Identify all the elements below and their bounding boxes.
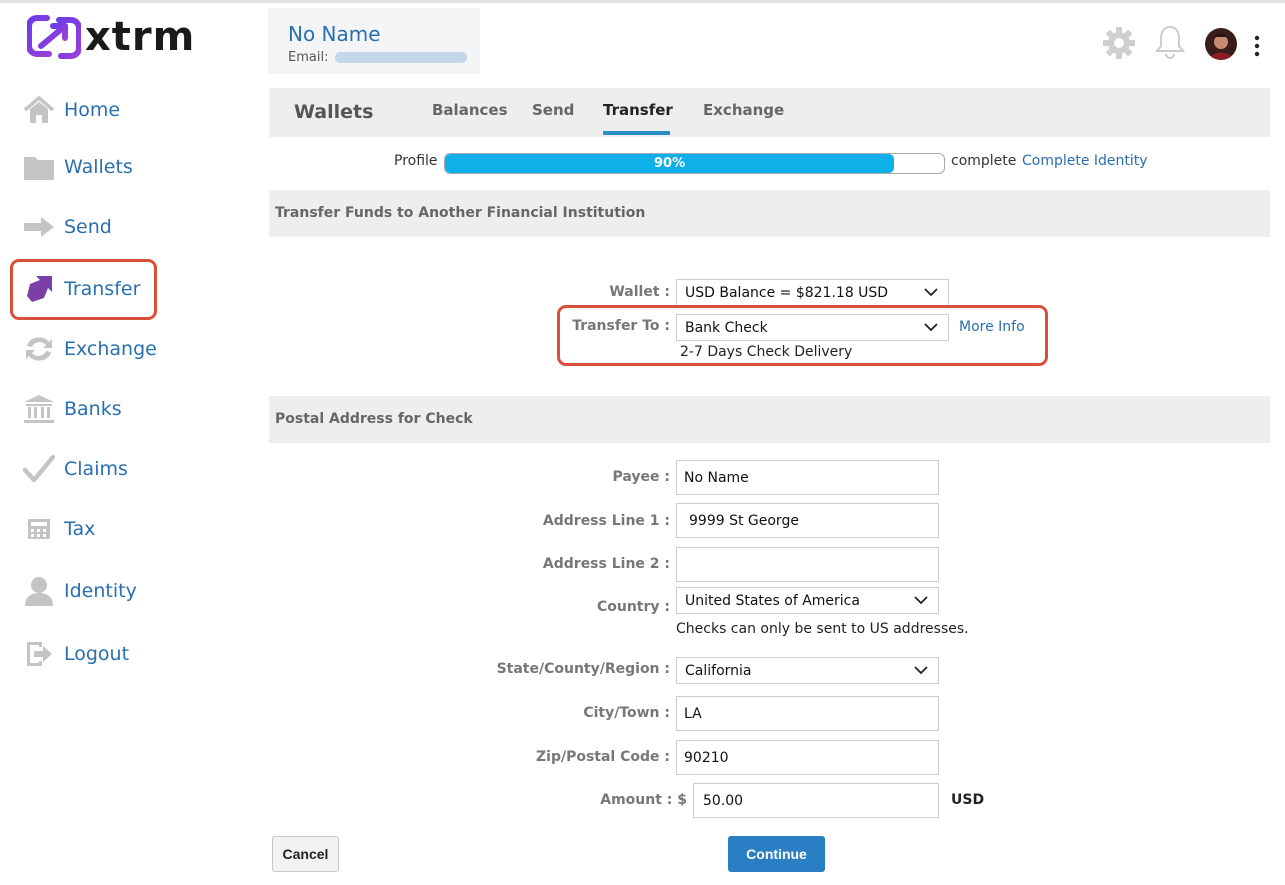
arrow-right-icon xyxy=(22,210,56,244)
sidebar-item-label: Logout xyxy=(64,643,130,665)
user-email-label: Email: xyxy=(288,50,329,65)
sidebar-item-label: Wallets xyxy=(64,156,133,178)
sidebar-item-send[interactable]: Send xyxy=(12,198,157,256)
payee-field[interactable]: No Name xyxy=(676,460,939,495)
zip-field[interactable]: 90210 xyxy=(676,740,939,775)
tab-transfer[interactable]: Transfer xyxy=(603,101,673,119)
tab-exchange[interactable]: Exchange xyxy=(703,101,784,119)
country-select[interactable]: United States of America xyxy=(676,587,939,614)
profile-complete-text: complete xyxy=(951,153,1017,169)
address1-value: 9999 St George xyxy=(689,512,799,529)
city-label: City/Town : xyxy=(583,705,670,721)
city-value: LA xyxy=(684,705,702,722)
country-select-value: United States of America xyxy=(685,592,860,609)
wallet-label: Wallet : xyxy=(609,284,670,300)
tab-send[interactable]: Send xyxy=(532,101,574,119)
wallet-tabbar: Wallets Balances Send Transfer Exchange xyxy=(269,88,1270,137)
city-field[interactable]: LA xyxy=(676,696,939,731)
address2-field[interactable] xyxy=(676,547,939,582)
state-label: State/County/Region : xyxy=(496,661,670,677)
transfer-section-title: Transfer Funds to Another Financial Inst… xyxy=(275,205,646,221)
sidebar-item-label: Exchange xyxy=(64,338,157,360)
tabbar-title: Wallets xyxy=(294,101,374,123)
chevron-down-icon xyxy=(914,666,928,675)
country-note: Checks can only be sent to US addresses. xyxy=(676,621,969,637)
postal-section-header: Postal Address for Check xyxy=(269,396,1270,443)
transfer-section-header: Transfer Funds to Another Financial Inst… xyxy=(269,190,1270,237)
sidebar-item-wallets[interactable]: Wallets xyxy=(12,138,157,196)
sidebar-item-label: Banks xyxy=(64,398,122,420)
exchange-icon xyxy=(22,332,56,366)
user-name: No Name xyxy=(288,22,381,46)
country-label: Country : xyxy=(596,599,670,615)
chevron-down-icon xyxy=(914,596,928,605)
tab-balances[interactable]: Balances xyxy=(432,101,508,119)
top-border xyxy=(0,0,1285,3)
sidebar-item-label: Send xyxy=(64,216,112,238)
sidebar-item-label: Tax xyxy=(64,518,96,540)
state-select-value: California xyxy=(685,662,752,679)
folder-icon xyxy=(22,150,56,184)
address1-field[interactable]: 9999 St George xyxy=(676,503,939,538)
xtrm-logo-icon xyxy=(27,15,81,59)
payee-label: Payee : xyxy=(612,469,671,485)
sidebar-item-exchange[interactable]: Exchange xyxy=(12,320,157,378)
bell-icon[interactable] xyxy=(1155,24,1185,60)
amount-currency: USD xyxy=(951,792,985,808)
transfer-highlight-annotation xyxy=(10,259,157,320)
gear-icon[interactable] xyxy=(1102,26,1136,60)
sidebar-item-label: Claims xyxy=(64,458,128,480)
zip-value: 90210 xyxy=(684,749,729,766)
wallet-select-value: USD Balance = $821.18 USD xyxy=(685,284,889,301)
address2-label: Address Line 2 : xyxy=(542,556,670,572)
amount-value: 50.00 xyxy=(703,792,744,809)
amount-field[interactable]: 50.00 xyxy=(693,783,939,818)
person-icon xyxy=(22,574,56,608)
amount-label: Amount : $ xyxy=(600,792,687,808)
cancel-button[interactable]: Cancel xyxy=(272,836,339,872)
logout-icon xyxy=(22,637,56,671)
sidebar-item-home[interactable]: Home xyxy=(12,81,157,139)
continue-button[interactable]: Continue xyxy=(728,836,825,872)
sidebar-item-banks[interactable]: Banks xyxy=(12,380,157,438)
user-email-redacted xyxy=(335,52,467,63)
payee-value: No Name xyxy=(684,469,749,486)
home-icon xyxy=(22,93,56,127)
wallet-select[interactable]: USD Balance = $821.18 USD xyxy=(676,279,949,306)
profile-progress-bar: 90% xyxy=(444,153,945,174)
state-select[interactable]: California xyxy=(676,657,939,684)
avatar[interactable] xyxy=(1205,28,1237,60)
user-card: No Name Email: xyxy=(268,8,480,74)
sidebar-item-tax[interactable]: Tax xyxy=(12,500,157,558)
address1-label: Address Line 1 : xyxy=(542,513,670,529)
postal-section-title: Postal Address for Check xyxy=(275,411,473,427)
sidebar-item-logout[interactable]: Logout xyxy=(12,625,157,683)
profile-label: Profile xyxy=(394,153,438,169)
kebab-menu-icon[interactable] xyxy=(1252,34,1262,58)
transfer-to-highlight-annotation xyxy=(557,305,1048,366)
sidebar-item-label: Identity xyxy=(64,580,137,602)
sidebar-item-label: Home xyxy=(64,99,121,121)
logo[interactable]: xtrm xyxy=(27,12,207,62)
sidebar-item-identity[interactable]: Identity xyxy=(12,562,157,620)
profile-progress-text: 90% xyxy=(653,156,686,171)
calculator-icon xyxy=(22,512,56,546)
sidebar-item-claims[interactable]: Claims xyxy=(12,440,157,498)
chevron-down-icon xyxy=(924,288,938,297)
active-tab-indicator xyxy=(603,131,670,135)
checkmark-icon xyxy=(22,452,56,486)
zip-label: Zip/Postal Code : xyxy=(536,749,670,765)
bank-icon xyxy=(22,392,56,426)
logo-text: xtrm xyxy=(85,14,196,60)
complete-identity-link[interactable]: Complete Identity xyxy=(1022,153,1148,169)
